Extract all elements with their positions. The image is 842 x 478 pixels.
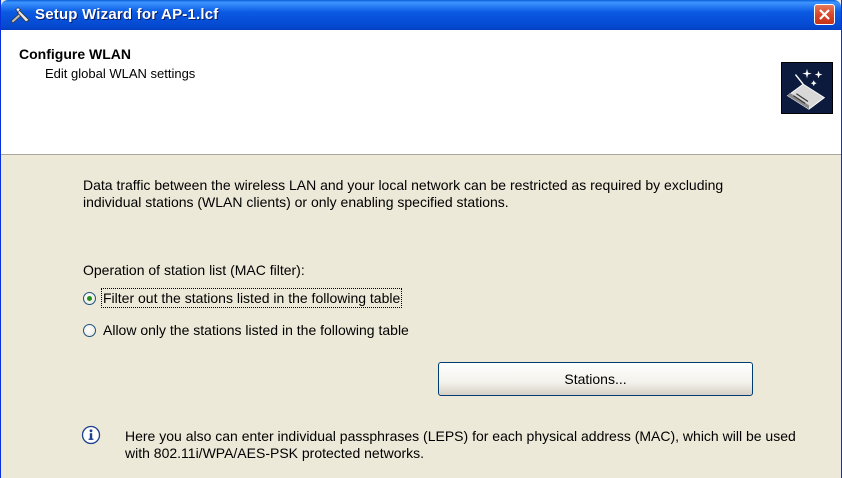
stations-button[interactable]: Stations... bbox=[438, 362, 753, 396]
info-icon bbox=[81, 425, 101, 445]
info-text: Here you also can enter individual passp… bbox=[125, 428, 796, 461]
radio-allow-only-label[interactable]: Allow only the stations listed in the fo… bbox=[103, 322, 409, 338]
page-title: Configure WLAN bbox=[19, 46, 131, 62]
wizard-header-icon bbox=[781, 62, 833, 114]
radio-filter-out-label[interactable]: Filter out the stations listed in the fo… bbox=[100, 288, 403, 308]
radio-button-unchecked[interactable] bbox=[83, 323, 96, 337]
page-subtitle: Edit global WLAN settings bbox=[45, 66, 196, 81]
close-button[interactable] bbox=[814, 4, 835, 25]
radio-allow-only[interactable]: Allow only the stations listed in the fo… bbox=[83, 322, 409, 338]
radio-filter-out[interactable]: Filter out the stations listed in the fo… bbox=[83, 288, 403, 308]
description-text: Data traffic between the wireless LAN an… bbox=[83, 177, 724, 210]
wizard-window: Setup Wizard for AP-1.lcf Configure WLAN… bbox=[0, 0, 842, 478]
radio-button-checked[interactable] bbox=[83, 291, 96, 305]
title-bar[interactable]: Setup Wizard for AP-1.lcf bbox=[1, 0, 841, 30]
wizard-wand-icon bbox=[10, 6, 30, 24]
operation-label: Operation of station list (MAC filter): bbox=[83, 262, 305, 278]
close-icon bbox=[819, 9, 830, 20]
window-title: Setup Wizard for AP-1.lcf bbox=[35, 6, 219, 23]
